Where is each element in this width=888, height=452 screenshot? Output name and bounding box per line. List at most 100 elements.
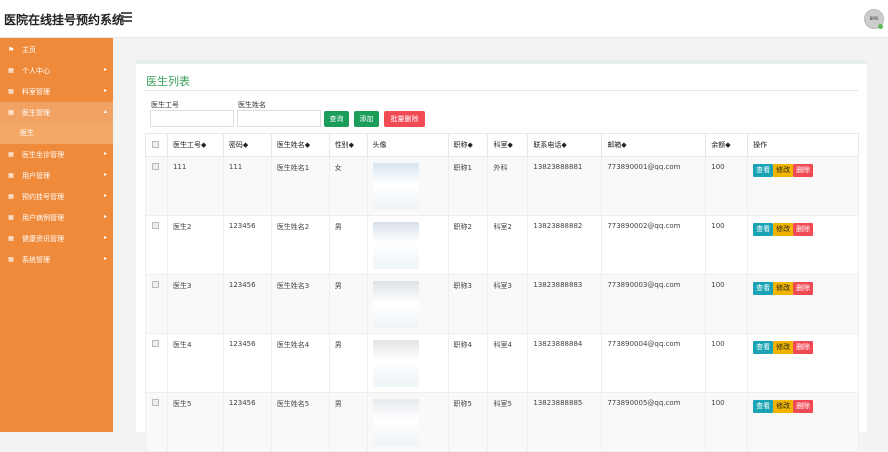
phone-cell: 13823888881 [527, 156, 603, 216]
batch-delete-button[interactable]: 批量删除 [384, 111, 425, 127]
sidebar-item-appointments[interactable]: ▦ 预约挂号管理 ▸ [0, 186, 113, 207]
actions-cell: 查看 修改 删除 [747, 215, 859, 275]
view-button[interactable]: 查看 [753, 282, 774, 295]
column-header: 头像 [366, 133, 449, 157]
actions-cell: 查看 修改 删除 [747, 156, 859, 216]
doctor-photo [372, 163, 419, 210]
grid-icon: ▦ [8, 109, 14, 116]
row-checkbox[interactable] [145, 392, 168, 452]
sidebar: ⚑ 主页 ▦ 个人中心 ▸ ▦ 科室管理 ▸ ▦ 医生管理 ▴ 医生 ▦ 医生坐… [0, 38, 113, 432]
sidebar-item-label: 健康资讯管理 [22, 234, 64, 243]
doctor-id-input[interactable] [150, 110, 234, 127]
sidebar-item-profile[interactable]: ▦ 个人中心 ▸ [0, 60, 113, 81]
sidebar-item-health-news[interactable]: ▦ 健康资讯管理 ▸ [0, 228, 113, 249]
delete-button[interactable]: 删除 [793, 282, 814, 295]
email-cell: 773890004@qq.com [601, 333, 707, 393]
edit-button[interactable]: 修改 [773, 223, 794, 236]
password-cell: 123456 [222, 274, 272, 334]
doctor-name-cell: 医生姓名3 [270, 274, 330, 334]
sidebar-item-label: 用户管理 [22, 171, 50, 180]
select-all-checkbox[interactable] [145, 133, 168, 157]
column-header[interactable]: 科室◆ [487, 133, 529, 157]
column-header[interactable]: 性别◆ [328, 133, 368, 157]
delete-button[interactable]: 删除 [793, 341, 814, 354]
dept-cell: 科室4 [487, 333, 529, 393]
row-checkbox[interactable] [145, 215, 168, 275]
avatar-cell [366, 156, 449, 216]
sidebar-item-departments[interactable]: ▦ 科室管理 ▸ [0, 81, 113, 102]
doctor-name-cell: 医生姓名4 [270, 333, 330, 393]
sidebar-item-users[interactable]: ▦ 用户管理 ▸ [0, 165, 113, 186]
grid-icon: ▦ [8, 67, 14, 74]
sidebar-item-doctor-schedule[interactable]: ▦ 医生坐诊管理 ▸ [0, 144, 113, 165]
main-panel: 医生列表 医生工号 医生姓名 查询 添加 批量删除 医生工号◆ 密码◆ 医生姓名… [136, 60, 867, 452]
query-button[interactable]: 查询 [324, 111, 349, 127]
sex-cell: 男 [328, 274, 368, 334]
sidebar-subitem-doctor[interactable]: 医生 [0, 123, 113, 144]
avatar-cell [366, 215, 449, 275]
edit-button[interactable]: 修改 [773, 400, 794, 413]
sidebar-item-cases[interactable]: ▦ 用户病例管理 ▸ [0, 207, 113, 228]
dept-cell: 外科 [487, 156, 529, 216]
title-cell: 职称5 [447, 392, 489, 452]
add-button[interactable]: 添加 [354, 111, 379, 127]
chevron-icon: ▸ [103, 234, 107, 241]
dept-cell: 科室5 [487, 392, 529, 452]
column-header[interactable]: 职称◆ [447, 133, 489, 157]
delete-button[interactable]: 删除 [793, 223, 814, 236]
email-cell: 773890003@qq.com [601, 274, 707, 334]
column-header[interactable]: 密码◆ [222, 133, 272, 157]
password-cell: 123456 [222, 333, 272, 393]
sidebar-item-label: 预约挂号管理 [22, 192, 64, 201]
edit-button[interactable]: 修改 [773, 164, 794, 177]
doctor-photo [372, 399, 419, 446]
sex-cell: 男 [328, 333, 368, 393]
hamburger-menu-icon[interactable] [121, 12, 132, 22]
page-title: 医生列表 [146, 75, 190, 88]
phone-cell: 13823888884 [527, 333, 603, 393]
row-checkbox[interactable] [145, 274, 168, 334]
doctor-photo [372, 340, 419, 387]
edit-button[interactable]: 修改 [773, 282, 794, 295]
column-header[interactable]: 余额◆ [705, 133, 749, 157]
column-header[interactable]: 邮箱◆ [601, 133, 707, 157]
dept-cell: 科室2 [487, 215, 529, 275]
doctor-name-cell: 医生姓名1 [270, 156, 330, 216]
app-title: 医院在线挂号预约系统 [4, 13, 125, 27]
doctor-name-input[interactable] [237, 110, 321, 127]
view-button[interactable]: 查看 [753, 341, 774, 354]
chevron-icon: ▸ [103, 213, 107, 220]
balance-cell: 100 [705, 156, 749, 216]
balance-cell: 100 [705, 392, 749, 452]
sidebar-item-label: 医生管理 [22, 108, 50, 117]
row-checkbox[interactable] [145, 333, 168, 393]
delete-button[interactable]: 删除 [793, 400, 814, 413]
column-header: 操作 [747, 133, 859, 157]
view-button[interactable]: 查看 [753, 164, 774, 177]
doctor-name-cell: 医生姓名2 [270, 215, 330, 275]
chevron-icon: ▸ [103, 255, 107, 262]
table-row: 111 111 医生姓名1 女职称1 外科 13823888881 773890001@qq… [145, 156, 859, 216]
sidebar-item-system[interactable]: ▦ 系统管理 ▸ [0, 249, 113, 270]
grid-icon: ▦ [8, 214, 14, 221]
chevron-icon: ▸ [103, 192, 107, 199]
edit-button[interactable]: 修改 [773, 341, 794, 354]
sidebar-item-label: 主页 [22, 45, 36, 54]
grid-icon: ▦ [8, 193, 14, 200]
table-row: 医生4 123456 医生姓名4 男 职称4 科室4 13823888884 77389000… [145, 333, 859, 393]
column-header[interactable]: 医生姓名◆ [270, 133, 330, 157]
doctor-table: 医生工号◆ 密码◆ 医生姓名◆ 性别◆ 头像 职称◆ 科室◆ 联系电话◆ 邮箱◆… [145, 133, 859, 452]
view-button[interactable]: 查看 [753, 400, 774, 413]
chevron-up-icon: ▴ [103, 108, 107, 115]
balance-cell: 100 [705, 333, 749, 393]
password-cell: 123456 [222, 215, 272, 275]
delete-button[interactable]: 删除 [793, 164, 814, 177]
column-header[interactable]: 医生工号◆ [166, 133, 224, 157]
balance-cell: 100 [705, 215, 749, 275]
flag-icon: ⚑ [7, 45, 15, 54]
column-header[interactable]: 联系电话◆ [527, 133, 603, 157]
view-button[interactable]: 查看 [753, 223, 774, 236]
row-checkbox[interactable] [145, 156, 168, 216]
sidebar-item-home[interactable]: ⚑ 主页 [0, 39, 113, 60]
sidebar-item-doctors[interactable]: ▦ 医生管理 ▴ [0, 102, 113, 123]
